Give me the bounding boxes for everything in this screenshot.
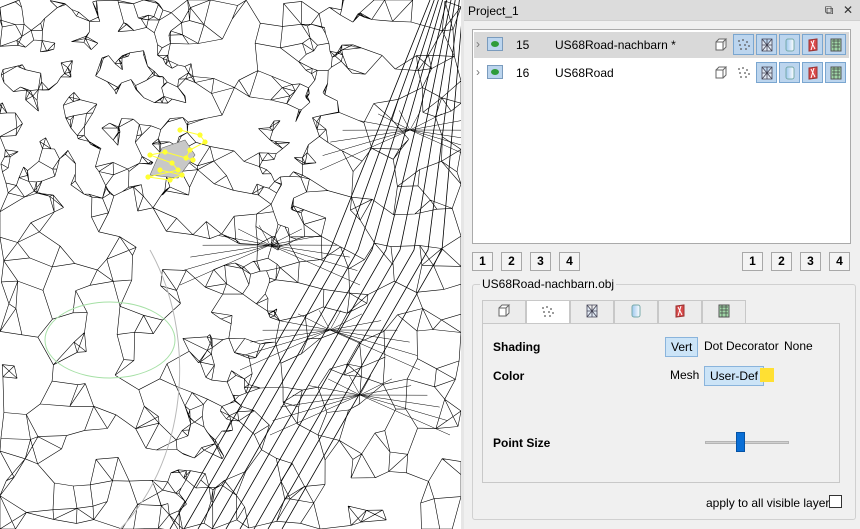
trackball-arc [119, 249, 181, 529]
trackball-ring [44, 301, 176, 379]
preset-right-1-button[interactable]: 1 [742, 252, 763, 271]
apply-all-checkbox[interactable] [829, 495, 842, 508]
expand-arrow-icon[interactable]: › [476, 65, 486, 79]
layer-row-16[interactable]: › 16 US68Road [474, 60, 849, 86]
point-size-slider[interactable] [705, 441, 789, 444]
box-icon[interactable] [710, 62, 731, 83]
point-size-slider-handle[interactable] [736, 432, 746, 452]
shaded-icon[interactable] [779, 34, 800, 55]
color-label: Color [493, 369, 525, 383]
shading-vert-option[interactable]: Vert [665, 337, 699, 357]
decoration-icon[interactable] [825, 34, 846, 55]
tab-points[interactable] [526, 300, 570, 325]
layer-name: US68Road-nachbarn * [555, 38, 676, 52]
shading-dot-decorator-option[interactable]: Dot Decorator [699, 337, 784, 355]
float-icon[interactable]: ⧉ [822, 3, 836, 17]
layer-filename: US68Road-nachbarn.obj [480, 277, 617, 291]
dock-titlebar[interactable]: Project_1 ⧉ ✕ [464, 0, 860, 21]
shading-label: Shading [493, 340, 541, 354]
preset-right-4-button[interactable]: 4 [829, 252, 850, 271]
close-icon[interactable]: ✕ [841, 3, 855, 17]
visibility-eye-icon[interactable] [487, 65, 503, 79]
tab-wireframe[interactable] [570, 300, 614, 324]
box-icon[interactable] [710, 34, 731, 55]
points-icon[interactable] [733, 62, 754, 83]
layer-mode-icons [710, 34, 850, 56]
apply-all-label: apply to all visible layers [706, 496, 836, 510]
tab-shaded[interactable] [614, 300, 658, 324]
tab-texture[interactable] [658, 300, 702, 324]
wireframe-icon[interactable] [756, 34, 777, 55]
user-color-swatch[interactable] [760, 368, 774, 382]
selected-edge [199, 134, 206, 143]
selected-edge [189, 141, 206, 151]
selected-edge [179, 129, 201, 136]
texture-icon[interactable] [802, 62, 823, 83]
tab-decoration[interactable] [702, 300, 746, 324]
texture-icon[interactable] [802, 34, 823, 55]
decoration-icon [716, 303, 732, 322]
layer-number: 15 [516, 38, 530, 52]
preset-right-2-button[interactable]: 2 [771, 252, 792, 271]
mesh-viewport[interactable] [0, 0, 461, 529]
shading-none-option[interactable]: None [779, 337, 818, 355]
project-title: Project_1 [468, 4, 519, 18]
layer-dialog: Project_1 ⧉ ✕ › 15 US68Road-nachbarn * ›… [464, 0, 860, 529]
shaded-icon[interactable] [779, 62, 800, 83]
preset-left-2-button[interactable]: 2 [501, 252, 522, 271]
point-size-label: Point Size [493, 436, 551, 450]
wireframe-icon [584, 303, 600, 322]
preset-left-1-button[interactable]: 1 [472, 252, 493, 271]
mesh-wireframe[interactable] [0, 0, 461, 529]
shaded-icon [628, 303, 644, 322]
layer-number: 16 [516, 66, 530, 80]
color-mesh-option[interactable]: Mesh [665, 366, 704, 384]
color-userdef-option[interactable]: User-Def [704, 366, 765, 386]
points-icon[interactable] [733, 34, 754, 55]
points-icon [540, 304, 556, 323]
render-mode-tabs [482, 300, 830, 325]
visibility-eye-icon[interactable] [487, 37, 503, 51]
app-window: Project_1 ⧉ ✕ › 15 US68Road-nachbarn * ›… [0, 0, 860, 529]
tab-box[interactable] [482, 300, 526, 324]
decoration-icon[interactable] [825, 62, 846, 83]
points-settings-page: Shading Vert Dot Decorator None Color Me… [482, 323, 840, 483]
box-icon [496, 303, 512, 322]
expand-arrow-icon[interactable]: › [476, 37, 486, 51]
layer-row-15[interactable]: › 15 US68Road-nachbarn * [474, 32, 849, 58]
preset-right-3-button[interactable]: 3 [800, 252, 821, 271]
wireframe-icon[interactable] [756, 62, 777, 83]
texture-icon [672, 303, 688, 322]
preset-left-4-button[interactable]: 4 [559, 252, 580, 271]
preset-left-3-button[interactable]: 3 [530, 252, 551, 271]
layer-list[interactable]: › 15 US68Road-nachbarn * › 16 US68Road [472, 29, 851, 244]
layer-name: US68Road [555, 66, 614, 80]
layer-mode-icons [710, 62, 850, 84]
